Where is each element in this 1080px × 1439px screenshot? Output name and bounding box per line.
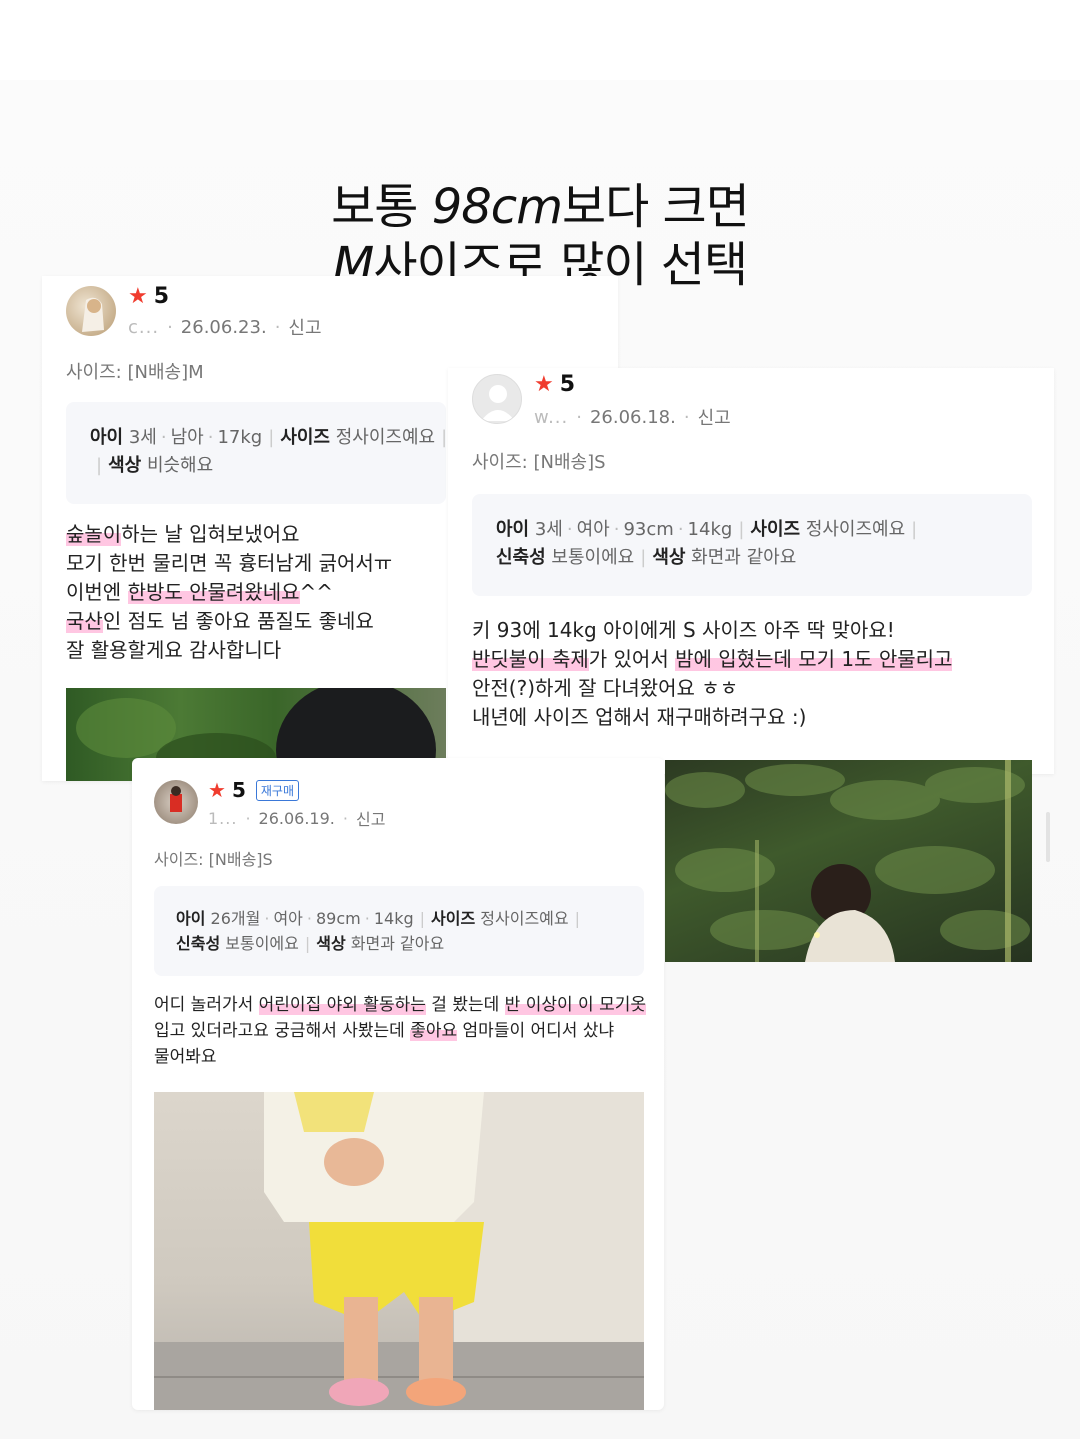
scrollbar[interactable] (1046, 812, 1050, 862)
review-info-box: 아이 3세 · 남아 · 17kg | 사이즈 정사이즈예요 | | 색상 비슷해요 (66, 402, 447, 504)
report-link[interactable]: 신고 (288, 314, 321, 340)
size-option: 사이즈: [N배송]S (154, 850, 273, 869)
review-line: 숲놀이하는 날 입혀보냈어요 (66, 522, 300, 546)
repurchase-badge: 재구매 (255, 779, 299, 801)
rating: ★ 5 (128, 284, 170, 309)
review-meta: w... · 26.06.18. · 신고 (534, 404, 731, 430)
star-icon: ★ (128, 284, 148, 309)
star-icon: ★ (534, 372, 554, 397)
review-meta: c... · 26.06.23. · 신고 (128, 314, 322, 340)
review-date: 26.06.23. (180, 316, 267, 338)
review-line: 어디 놀러가서 어린이집 야외 활동하는 걸 봤는데 반 이상이 이 모기옷 (154, 995, 646, 1015)
review-line: 물어봐요 (154, 1047, 217, 1067)
avatar (66, 286, 116, 336)
size-option: 사이즈: [N배송]S (472, 452, 606, 473)
review-line: 입고 있더라고요 궁금해서 사봤는데 좋아요 엄마들이 어디서 샀냐 (154, 1021, 615, 1041)
review-line: 반딧불이 축제가 있어서 밤에 입혔는데 모기 1도 안물리고 (472, 647, 953, 671)
review-line: 안전(?)하게 잘 다녀왔어요 ㅎㅎ (472, 676, 739, 700)
star-icon: ★ (208, 778, 226, 802)
headline-line-1: 보통 98cm보다 크면 (331, 179, 750, 235)
rating: ★ 5 재구매 (208, 778, 299, 802)
review-info-box: 아이 3세 · 여아 · 93cm · 14kg | 사이즈 정사이즈예요 | 신축성 보통이에요… (472, 494, 1032, 596)
review-photo[interactable] (154, 1092, 644, 1410)
report-link[interactable]: 신고 (356, 806, 385, 830)
rating: ★ 5 (534, 372, 576, 397)
review-line: 내년에 사이즈 업해서 재구매하려구요 :) (472, 705, 807, 729)
review-date: 26.06.19. (258, 808, 335, 828)
review-body: 숲놀이하는 날 입혀보냈어요 모기 한번 물리면 꼭 흉터남게 긁어서ㅠ 이번엔… (66, 520, 392, 665)
review-line: 키 93에 14kg 아이에게 S 사이즈 아주 딱 맞아요! (472, 618, 895, 642)
review-body: 어디 놀러가서 어린이집 야외 활동하는 걸 봤는데 반 이상이 이 모기옷 입… (154, 992, 646, 1070)
avatar (472, 374, 522, 424)
author-name: 1... (208, 808, 238, 828)
review-card-2: ★ 5 w... · 26.06.18. · 신고 사이즈: [N배송]S 아이 3세… (448, 368, 1054, 774)
review-date: 26.06.18. (589, 406, 676, 428)
author-name: w... (534, 406, 569, 428)
review-line: 이번엔 한방도 안물려왔네요^^ (66, 580, 334, 604)
avatar (154, 780, 198, 824)
review-meta: 1... · 26.06.19. · 신고 (208, 806, 385, 830)
review-card-3: ★ 5 재구매 1... · 26.06.19. · 신고 사이즈: [N배송]S 아… (132, 758, 664, 1410)
report-link[interactable]: 신고 (698, 404, 731, 430)
review-line: 모기 한번 물리면 꼭 흉터남게 긁어서ㅠ (66, 551, 393, 575)
size-option: 사이즈: [N배송]M (66, 362, 204, 383)
review-line: 잘 활용할게요 감사합니다 (66, 638, 282, 662)
review-line: 국산인 점도 넘 좋아요 품질도 좋네요 (66, 609, 374, 633)
author-name: c... (128, 316, 160, 338)
review-photo[interactable] (665, 760, 1032, 962)
review-body: 키 93에 14kg 아이에게 S 사이즈 아주 딱 맞아요! 반딧불이 축제가… (472, 616, 953, 732)
review-info-box: 아이 26개월 · 여아 · 89cm · 14kg | 사이즈 정사이즈예요 | 신축성 보통이… (154, 886, 644, 976)
